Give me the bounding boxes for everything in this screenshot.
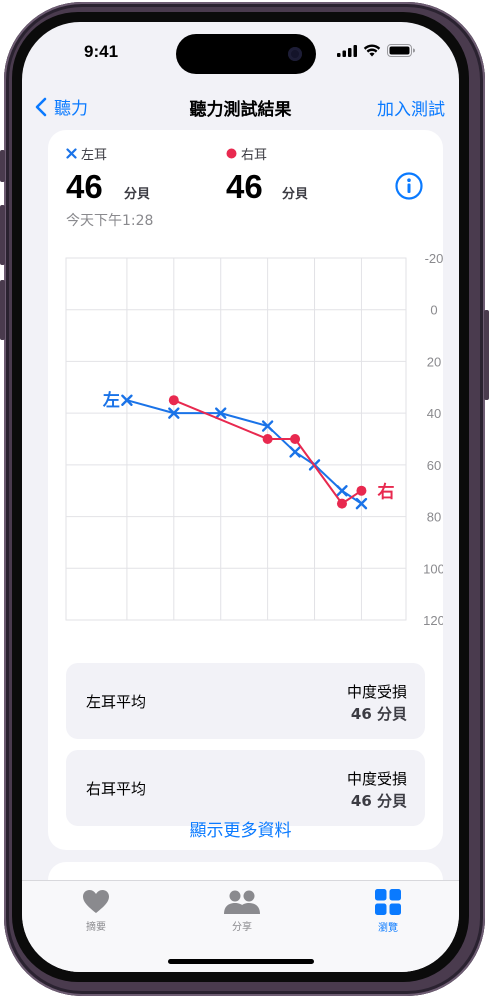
right-average-status: 中度受損 xyxy=(346,770,407,788)
dynamic-island xyxy=(176,34,316,74)
plot-frame xyxy=(65,257,407,621)
home-indicator xyxy=(168,959,314,964)
right-average-label: 右耳平均 xyxy=(86,780,147,798)
add-test-button[interactable]: 加入測試 xyxy=(377,95,445,120)
battery-icon xyxy=(387,44,415,57)
tab-bar: 摘要 分享 瀏覽 xyxy=(22,880,459,972)
heart-icon xyxy=(83,890,109,913)
dot-marker-icon xyxy=(226,148,237,159)
tab-summary-label: 摘要 xyxy=(86,922,106,933)
tab-summary[interactable]: 摘要 xyxy=(56,889,136,933)
left-ear-legend: 左耳 xyxy=(66,144,107,163)
y-tick-label: 0 xyxy=(430,303,437,318)
right-average-value: 46 分貝 xyxy=(350,792,407,810)
right-average-row: 右耳平均 中度受損 46 分貝 xyxy=(66,750,425,826)
info-icon[interactable] xyxy=(395,172,423,200)
camera-icon xyxy=(288,47,302,61)
left-average-status: 中度受損 xyxy=(346,683,407,701)
audiogram-chart: -20020406080100120125Hz2505001kHz2kHz4kH… xyxy=(65,251,443,628)
left-ear-value: 46 xyxy=(66,168,103,205)
tab-sharing[interactable]: 分享 xyxy=(202,889,282,933)
grid-icon xyxy=(375,889,401,915)
screen: 9:41 聽力 聽力測試結果 加入測試 左耳 右耳 46 分貝 46 分貝 今天… xyxy=(22,22,459,972)
volume-down-button xyxy=(0,280,5,340)
navigation-bar: 聽力 聽力測試結果 加入測試 xyxy=(22,92,459,122)
test-timestamp: 今天下午1:28 xyxy=(66,213,154,229)
status-icons xyxy=(337,44,415,57)
right-ear-point xyxy=(336,498,347,509)
y-tick-label: 60 xyxy=(427,458,441,473)
left-ear-point xyxy=(336,485,348,497)
left-average-label: 左耳平均 xyxy=(86,693,147,711)
tab-sharing-label: 分享 xyxy=(232,922,252,933)
action-button xyxy=(0,150,5,182)
left-average-row: 左耳平均 中度受損 46 分貝 xyxy=(66,663,425,739)
tab-browse-label: 瀏覽 xyxy=(378,923,398,934)
y-tick-label: 120 xyxy=(423,613,443,628)
y-tick-label: 100 xyxy=(423,561,443,576)
volume-up-button xyxy=(0,205,5,265)
right-ear-point xyxy=(262,434,273,444)
y-tick-label: 80 xyxy=(427,510,441,525)
show-more-data-link[interactable]: 顯示更多資料 xyxy=(22,816,459,841)
right-ear-value: 46 xyxy=(226,168,263,205)
right-ear-legend: 右耳 xyxy=(226,144,267,163)
y-tick-label: 40 xyxy=(427,406,441,421)
people-icon xyxy=(224,890,260,914)
results-card: 左耳 右耳 46 分貝 46 分貝 今天下午1:28 -20 0 20 40 60 80 1… xyxy=(48,130,443,850)
series-label-right: 右 xyxy=(377,482,394,503)
right-ear-point xyxy=(356,485,367,496)
x-marker-icon xyxy=(66,148,77,159)
series-label-left: 左 xyxy=(103,390,120,411)
right-ear-point xyxy=(168,395,179,406)
right-ear-unit: 分貝 xyxy=(282,187,309,202)
left-ear-unit: 分貝 xyxy=(124,187,151,202)
power-button xyxy=(484,310,489,400)
left-average-value: 46 分貝 xyxy=(350,705,407,723)
right-ear-point xyxy=(290,434,301,444)
left-ear-label: 左耳 xyxy=(81,148,108,163)
status-time: 9:41 xyxy=(84,42,119,61)
left-ear-point xyxy=(289,446,301,458)
wifi-icon xyxy=(363,44,381,57)
right-ear-label: 右耳 xyxy=(241,148,268,163)
series-line-left xyxy=(126,399,362,505)
y-tick-label: -20 xyxy=(425,251,443,266)
signal-icon xyxy=(337,44,357,57)
tab-browse[interactable]: 瀏覽 xyxy=(348,889,428,934)
y-tick-label: 20 xyxy=(427,354,441,369)
